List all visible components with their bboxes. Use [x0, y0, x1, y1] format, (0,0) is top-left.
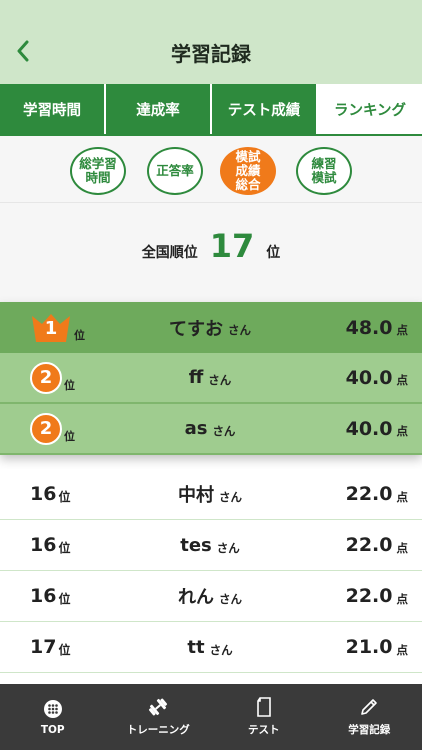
ranking-row: 2 位 as さん 40.0 点	[0, 404, 422, 455]
subtab-mock-exam-overall[interactable]: 模試 成績 総合	[220, 147, 276, 195]
score-value: 21.0	[345, 636, 393, 658]
nav-label: TOP	[40, 723, 65, 736]
user-name: れん	[178, 587, 214, 608]
document-icon	[256, 697, 271, 717]
rank-number: 16	[30, 585, 57, 607]
page-title: 学習記録	[171, 42, 251, 66]
national-rank-panel: 全国順位 17 位	[0, 202, 422, 302]
tab-achievement[interactable]: 達成率	[106, 84, 212, 134]
rank-badge: 2	[30, 412, 62, 445]
user-name: tes	[180, 534, 212, 556]
honorific: さん	[228, 323, 251, 337]
rank-unit: 位	[58, 489, 71, 504]
ranking-row: 17 位 tt さん 21.0 点	[0, 622, 422, 673]
score-value: 40.0	[345, 366, 393, 389]
nav-test[interactable]: テスト	[211, 684, 317, 750]
score-unit: 点	[396, 642, 409, 657]
user-name: as	[184, 418, 208, 439]
score-unit: 点	[396, 540, 409, 555]
ranking-row: 1 位 てすお さん 48.0 点	[0, 302, 422, 353]
honorific: さん	[208, 373, 232, 387]
nav-study-record[interactable]: 学習記録	[317, 684, 422, 750]
rank-unit: 位	[64, 429, 75, 443]
rank-unit: 位	[64, 378, 75, 392]
pencil-icon	[361, 699, 378, 715]
score-unit: 点	[396, 323, 409, 337]
subtab-total-study-time[interactable]: 総学習 時間	[70, 147, 126, 195]
rank-number: 17	[30, 636, 57, 658]
ranking-row: 16 位 tes さん 22.0 点	[0, 520, 422, 571]
honorific: さん	[219, 489, 242, 504]
nav-top[interactable]: TOP	[0, 684, 106, 750]
score-value: 22.0	[345, 483, 393, 505]
ranking-category-bar: 総学習 時間 正答率 模試 成績 総合 練習 模試	[0, 136, 422, 202]
tab-test-results[interactable]: テスト成績	[212, 84, 318, 134]
score-value: 40.0	[345, 417, 393, 440]
nav-label: テスト	[248, 724, 280, 736]
subtab-accuracy[interactable]: 正答率	[147, 147, 203, 195]
honorific: さん	[216, 540, 240, 555]
score-value: 22.0	[345, 534, 393, 556]
rank-unit: 位	[58, 540, 71, 555]
grid-icon	[43, 699, 62, 718]
rank-number: 16	[30, 483, 57, 505]
nav-label: 学習記録	[348, 724, 391, 736]
rank-number: 16	[30, 534, 57, 556]
rank-unit: 位	[58, 591, 71, 606]
ranking-row: 16 位 中村 さん 22.0 点	[0, 469, 422, 520]
tab-ranking[interactable]: ランキング	[318, 84, 422, 134]
national-rank-unit: 位	[266, 245, 281, 261]
nav-label: トレーニング	[126, 724, 190, 736]
honorific: さん	[209, 642, 233, 657]
user-name: 中村	[178, 485, 214, 506]
score-value: 48.0	[345, 316, 393, 339]
rank-badge: 2	[30, 361, 62, 394]
honorific: さん	[212, 424, 236, 438]
national-rank-label: 全国順位	[141, 245, 198, 261]
user-name: ff	[188, 367, 204, 388]
user-name: てすお	[169, 318, 223, 340]
score-unit: 点	[396, 591, 409, 606]
bottom-navigation: TOP トレーニング テスト 学習記録	[0, 684, 422, 750]
nav-training[interactable]: トレーニング	[106, 684, 212, 750]
honorific: さん	[219, 591, 242, 606]
ranking-row: 2 位 ff さん 40.0 点	[0, 353, 422, 404]
rank-unit: 位	[74, 328, 85, 342]
user-name: tt	[187, 636, 205, 658]
app-header: 学習記録	[0, 0, 422, 84]
score-unit: 点	[396, 373, 409, 387]
rank-unit: 位	[58, 642, 71, 657]
tab-bar: 学習時間 達成率 テスト成績 ランキング	[0, 84, 422, 136]
national-rank-value: 17	[209, 227, 255, 265]
dumbbell-icon	[149, 698, 168, 716]
score-unit: 点	[396, 424, 409, 438]
tab-study-time[interactable]: 学習時間	[0, 84, 106, 134]
score-value: 22.0	[345, 585, 393, 607]
ranking-row: 16 位 れん さん 22.0 点	[0, 571, 422, 622]
crown-icon: 1	[30, 312, 72, 344]
rank-number: 1	[44, 317, 58, 339]
subtab-practice-mock[interactable]: 練習 模試	[296, 147, 352, 195]
score-unit: 点	[396, 489, 409, 504]
